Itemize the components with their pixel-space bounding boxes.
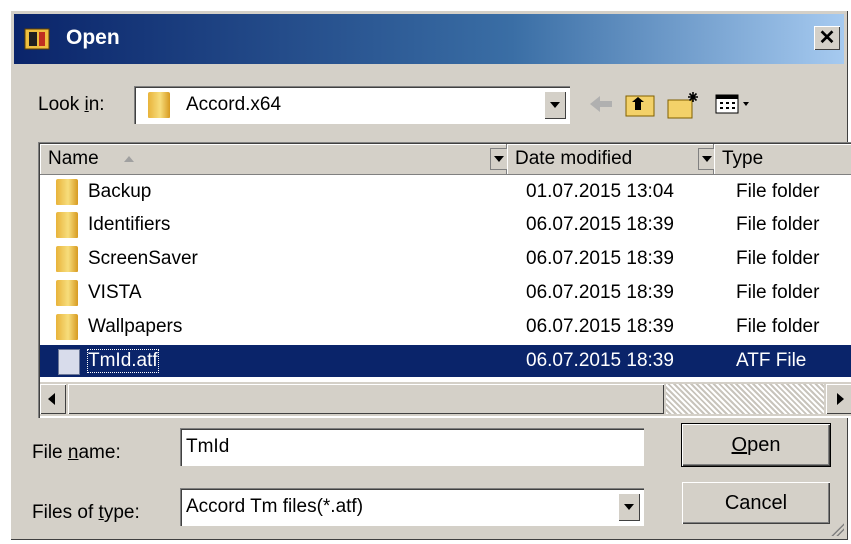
folder-icon	[56, 314, 78, 340]
column-type-label: Type	[722, 148, 764, 169]
files-of-type-label: Files of type:	[32, 502, 140, 523]
look-in-dropdown-button[interactable]	[544, 91, 566, 119]
column-name-label: Name	[48, 148, 99, 169]
horizontal-scrollbar[interactable]	[40, 382, 851, 416]
item-type: ATF File	[736, 350, 807, 371]
window-title: Open	[66, 26, 120, 49]
sort-ascending-icon	[124, 156, 134, 162]
back-arrow-icon[interactable]	[586, 90, 616, 118]
scroll-right-button[interactable]	[826, 384, 851, 414]
open-dialog: Open ✕ Look in: Accord.x64 Name Date mod…	[10, 10, 851, 540]
item-date: 01.07.2015 13:04	[526, 181, 674, 202]
list-item[interactable]: Wallpapers 06.07.2015 18:39 File folder	[40, 311, 851, 343]
look-in-label: Look in:	[38, 94, 105, 115]
file-name-field[interactable]: TmId	[180, 428, 644, 466]
column-date-label: Date modified	[515, 148, 633, 169]
item-name: ScreenSaver	[88, 248, 198, 269]
close-button[interactable]: ✕	[814, 26, 840, 50]
item-name: VISTA	[88, 282, 142, 303]
look-in-value: Accord.x64	[186, 94, 282, 115]
folder-icon	[56, 246, 78, 272]
item-date: 06.07.2015 18:39	[526, 316, 674, 337]
item-name: TmId.atf	[87, 349, 159, 373]
item-date: 06.07.2015 18:39	[526, 350, 674, 371]
list-item-selected[interactable]: TmId.atf 06.07.2015 18:39 ATF File	[40, 345, 851, 377]
files-of-type-combobox[interactable]: Accord Tm files(*.atf)	[180, 488, 644, 526]
folder-icon	[56, 280, 78, 306]
folder-icon	[148, 92, 170, 118]
files-of-type-dropdown-button[interactable]	[618, 493, 640, 521]
column-header-name[interactable]: Name	[40, 144, 507, 175]
item-type: File folder	[736, 181, 820, 202]
open-button[interactable]: Open	[681, 423, 831, 467]
scroll-left-button[interactable]	[40, 384, 66, 414]
folder-icon	[56, 212, 78, 238]
item-name: Identifiers	[88, 214, 171, 235]
item-name: Backup	[88, 181, 152, 202]
item-type: File folder	[736, 214, 820, 235]
item-date: 06.07.2015 18:39	[526, 248, 674, 269]
item-type: File folder	[736, 248, 820, 269]
file-name-value: TmId	[186, 436, 230, 457]
files-of-type-value: Accord Tm files(*.atf)	[186, 496, 364, 517]
file-list[interactable]: Name Date modified Type Backup 01.07.201…	[38, 142, 851, 418]
look-in-combobox[interactable]: Accord.x64	[134, 86, 570, 124]
list-item[interactable]: ScreenSaver 06.07.2015 18:39 File folder	[40, 243, 851, 275]
resize-grip-icon[interactable]	[830, 522, 844, 536]
list-item[interactable]: VISTA 06.07.2015 18:39 File folder	[40, 277, 851, 309]
column-header-type[interactable]: Type	[714, 144, 851, 175]
column-header-date[interactable]: Date modified	[507, 144, 714, 175]
item-date: 06.07.2015 18:39	[526, 282, 674, 303]
list-item[interactable]: Backup 01.07.2015 13:04 File folder	[40, 176, 851, 208]
item-type: File folder	[736, 282, 820, 303]
cancel-button[interactable]: Cancel	[682, 482, 830, 524]
item-type: File folder	[736, 316, 820, 337]
up-folder-icon[interactable]	[624, 90, 656, 118]
new-folder-icon[interactable]	[666, 90, 700, 120]
file-icon	[58, 349, 80, 375]
scroll-thumb[interactable]	[68, 384, 664, 414]
list-item[interactable]: Identifiers 06.07.2015 18:39 File folder	[40, 209, 851, 241]
views-menu-icon[interactable]	[714, 90, 754, 118]
title-bar: Open ✕	[14, 14, 844, 64]
folder-icon	[56, 179, 78, 205]
scroll-track[interactable]	[666, 384, 824, 414]
app-icon	[24, 28, 50, 50]
file-name-label: File name:	[32, 442, 121, 463]
item-name: Wallpapers	[88, 316, 183, 337]
name-filter-dropdown[interactable]	[490, 148, 508, 170]
item-date: 06.07.2015 18:39	[526, 214, 674, 235]
